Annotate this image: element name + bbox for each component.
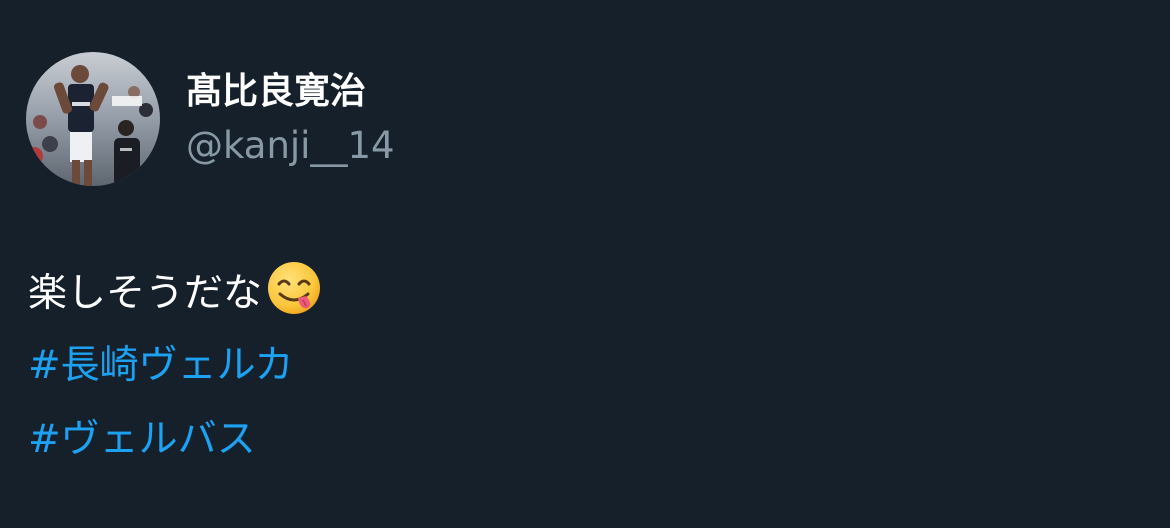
face-savoring-food-icon <box>266 260 322 316</box>
author-display-name[interactable]: 髙比良寛治 <box>186 66 366 118</box>
tweet: 髙比良寛治 @kanji__14 楽しそうだな #長崎ヴェルカ #ヴェルバス <box>0 0 1170 528</box>
avatar-photo <box>26 52 160 186</box>
hashtag-link-velbus[interactable]: #ヴェルバス <box>28 410 256 470</box>
author-handle[interactable]: @kanji__14 <box>186 120 395 172</box>
tweet-text: 楽しそうだな <box>28 260 322 324</box>
hashtag-link-nagasaki-velca[interactable]: #長崎ヴェルカ <box>28 336 294 396</box>
tweet-text-content: 楽しそうだな <box>28 271 263 316</box>
avatar[interactable] <box>26 52 160 186</box>
